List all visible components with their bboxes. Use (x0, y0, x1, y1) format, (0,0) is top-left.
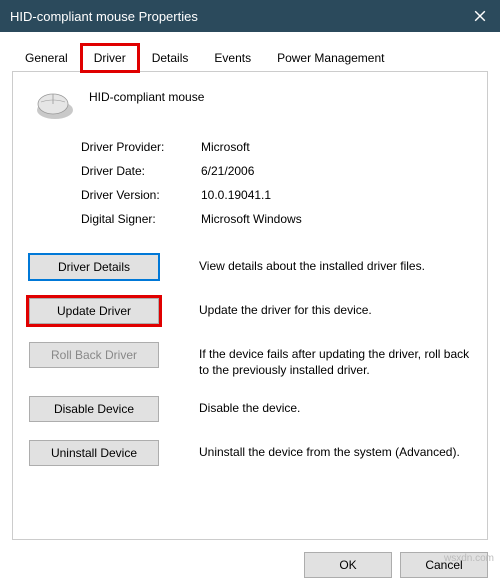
dialog-footer: OK Cancel (0, 548, 500, 578)
version-label: Driver Version: (81, 188, 201, 202)
tab-driver[interactable]: Driver (81, 44, 139, 72)
tab-general[interactable]: General (12, 44, 81, 71)
disable-device-button[interactable]: Disable Device (29, 396, 159, 422)
update-driver-button[interactable]: Update Driver (29, 298, 159, 324)
driver-info: Driver Provider: Microsoft Driver Date: … (81, 140, 471, 226)
tab-power-management[interactable]: Power Management (264, 44, 397, 71)
driver-details-button[interactable]: Driver Details (29, 254, 159, 280)
titlebar: HID-compliant mouse Properties (0, 0, 500, 32)
disable-device-desc: Disable the device. (199, 396, 471, 416)
roll-back-driver-desc: If the device fails after updating the d… (199, 342, 471, 378)
date-label: Driver Date: (81, 164, 201, 178)
close-icon[interactable] (470, 6, 490, 26)
roll-back-driver-button: Roll Back Driver (29, 342, 159, 368)
provider-value: Microsoft (201, 140, 471, 154)
device-header: HID-compliant mouse (29, 88, 471, 120)
driver-details-desc: View details about the installed driver … (199, 254, 471, 274)
device-name: HID-compliant mouse (89, 88, 204, 104)
signer-label: Digital Signer: (81, 212, 201, 226)
watermark: wsxdn.com (444, 553, 494, 564)
tab-events[interactable]: Events (201, 44, 264, 71)
signer-value: Microsoft Windows (201, 212, 471, 226)
tabstrip: General Driver Details Events Power Mana… (12, 44, 488, 72)
tab-details[interactable]: Details (139, 44, 202, 71)
version-value: 10.0.19041.1 (201, 188, 471, 202)
date-value: 6/21/2006 (201, 164, 471, 178)
mouse-icon (33, 88, 75, 120)
uninstall-device-button[interactable]: Uninstall Device (29, 440, 159, 466)
update-driver-desc: Update the driver for this device. (199, 298, 471, 318)
window-title: HID-compliant mouse Properties (10, 9, 198, 24)
tab-content: HID-compliant mouse Driver Provider: Mic… (12, 72, 488, 540)
ok-button[interactable]: OK (304, 552, 392, 578)
uninstall-device-desc: Uninstall the device from the system (Ad… (199, 440, 471, 460)
provider-label: Driver Provider: (81, 140, 201, 154)
actions: Driver Details View details about the in… (29, 254, 471, 466)
